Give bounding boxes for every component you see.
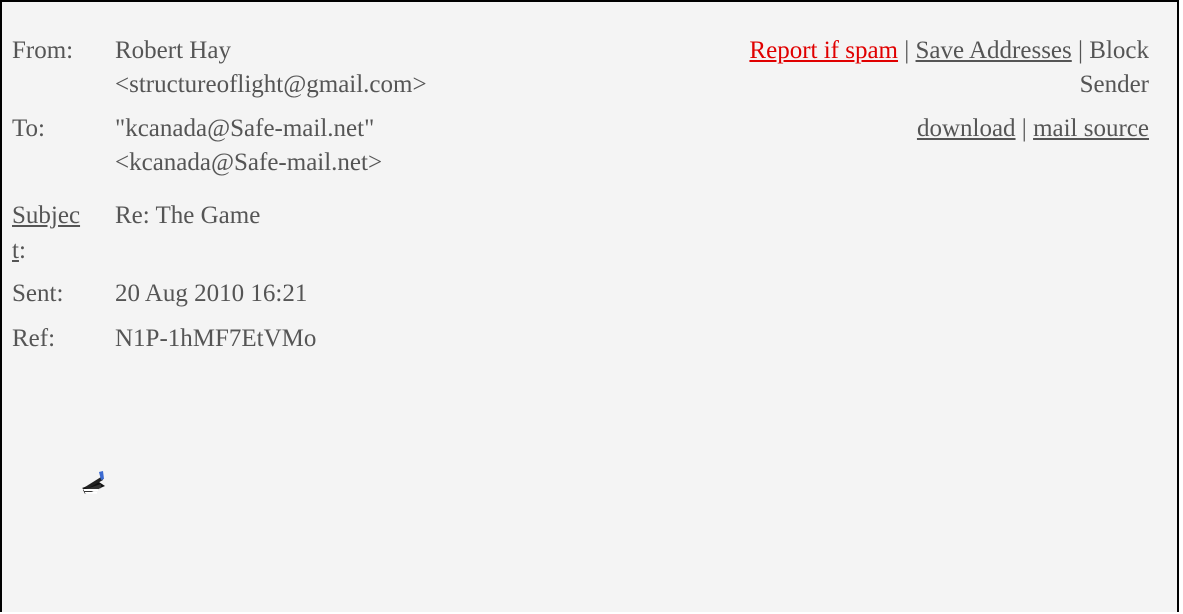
subject-sort-link-cont[interactable]: t: [12, 237, 19, 264]
from-email: <structureoflight@gmail.com>: [115, 71, 427, 98]
sent-value: 20 Aug 2010 16:21: [115, 280, 308, 307]
header-actions-line3: download | mail source: [917, 112, 1149, 146]
subject-label-line2: t:: [12, 234, 26, 268]
separator: |: [1021, 115, 1027, 142]
from-label: From:: [12, 37, 74, 64]
save-addresses-link[interactable]: Save Addresses: [916, 37, 1072, 64]
mail-source-link[interactable]: mail source: [1033, 115, 1149, 142]
ref-label: Ref:: [12, 325, 56, 352]
from-name: Robert Hay: [115, 37, 231, 64]
separator: |: [904, 37, 910, 64]
email-header-panel: From: Robert Hay <structureoflight@gmail…: [0, 0, 1179, 612]
separator: |: [1078, 37, 1084, 64]
to-email: <kcanada@Safe-mail.net>: [115, 149, 383, 176]
block-sender-text-cont[interactable]: Sender: [1080, 71, 1149, 98]
compose-pen-icon[interactable]: [79, 468, 109, 498]
header-actions-line1: Report if spam | Save Addresses | Block: [749, 34, 1149, 68]
subject-value: Re: The Game: [115, 202, 261, 229]
subject-sort-link[interactable]: Subjec: [12, 202, 80, 229]
ref-value: N1P-1hMF7EtVMo: [115, 325, 317, 352]
to-name: "kcanada@Safe-mail.net": [115, 115, 375, 142]
to-label: To:: [12, 115, 45, 142]
header-actions-line2: Sender: [1080, 68, 1149, 102]
subject-colon: :: [18, 237, 26, 264]
download-link[interactable]: download: [917, 115, 1016, 142]
report-spam-link[interactable]: Report if spam: [749, 37, 898, 64]
sent-label: Sent:: [12, 280, 64, 307]
subject-label-line1[interactable]: Subjec: [12, 199, 80, 233]
block-sender-text[interactable]: Block: [1089, 37, 1149, 64]
